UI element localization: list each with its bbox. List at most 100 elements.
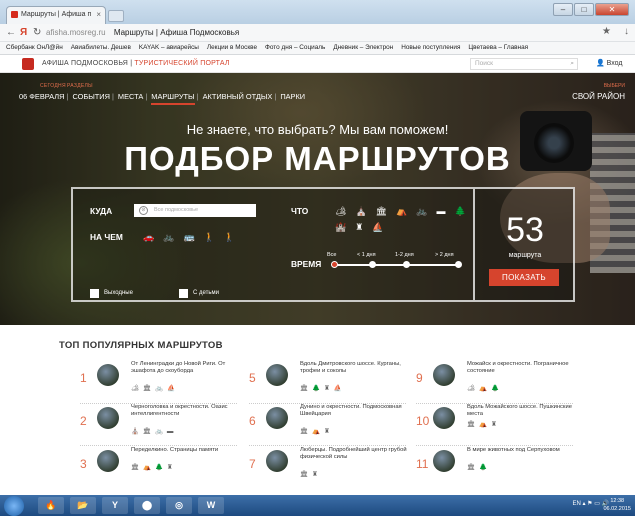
close-window-icon[interactable]: ✕ — [595, 3, 629, 16]
route-card[interactable]: 7 Люберцы. Подробнейший центр грубой физи… — [249, 445, 419, 489]
browser-tab[interactable]: Маршруты | Афиша п × — [6, 6, 106, 24]
weekends-checkbox[interactable] — [90, 289, 99, 298]
activity-type-icon[interactable]: 🌲 — [455, 206, 466, 216]
taskbar-app-icon[interactable]: 📂 — [70, 497, 96, 514]
route-thumbnail[interactable] — [97, 364, 119, 386]
route-title[interactable]: От Ленинградки до Новой Риги. От эшафота… — [131, 361, 249, 375]
bookmark-link[interactable]: Цветаева – Главная — [468, 42, 528, 54]
route-card[interactable]: 3 Переделкино. Страницы памяти 🏛 ⛺ 🌲 ♜ — [80, 445, 250, 489]
time-option-gt2[interactable]: > 2 дня — [435, 252, 454, 258]
what-icons-row-2: 🏰 ♜ ⛵ — [335, 222, 384, 232]
route-thumbnail[interactable] — [97, 407, 119, 429]
route-thumbnail[interactable] — [433, 364, 455, 386]
taskbar-app-icon[interactable]: ◎ — [166, 497, 192, 514]
url-field[interactable]: afisha.mosreg.ru Маршруты | Афиша Подмос… — [46, 26, 616, 40]
show-routes-button[interactable]: ПОКАЗАТЬ — [489, 269, 559, 286]
yandex-logo-icon[interactable]: Я — [20, 26, 27, 40]
bookmark-link[interactable]: KAYAK – авиарейсы — [139, 42, 199, 54]
login-label: Вход — [606, 60, 623, 67]
route-title[interactable]: Можайск и окрестности. Пограничное состо… — [467, 361, 585, 375]
activity-type-icon[interactable]: 🏛 — [376, 206, 387, 216]
route-card[interactable]: 6 Дунино и окрестности. Подмосковная Швей… — [249, 402, 419, 446]
route-rank: 7 — [249, 457, 256, 471]
time-option-all[interactable]: Все — [327, 252, 336, 258]
time-slider-stop-1-2[interactable] — [403, 261, 410, 268]
route-thumbnail[interactable] — [97, 450, 119, 472]
route-card[interactable]: 5 Вдоль Дмитровского шоссе. Курганы, троф… — [249, 359, 419, 403]
route-title[interactable]: Люберцы. Подробнейший центр грубой физич… — [300, 447, 418, 461]
clock[interactable]: 12:38 06.02.2015 — [603, 497, 631, 513]
activity-type-icon[interactable]: ⛪ — [355, 206, 366, 216]
time-option-1-2[interactable]: 1-2 дня — [395, 252, 414, 258]
nav-parks[interactable]: ПАРКИ — [280, 92, 305, 101]
bookmark-link[interactable]: Лекции в Москве — [207, 42, 257, 54]
route-card[interactable]: 2 Черноголовка и окрестности. Оазис интел… — [80, 402, 250, 446]
route-card[interactable]: 9 Можайск и окрестности. Пограничное сост… — [416, 359, 586, 403]
bookmark-link[interactable]: Фото дня – Социаль — [265, 42, 325, 54]
bookmark-link[interactable]: Новые поступления — [401, 42, 460, 54]
transport-type-icon[interactable]: 🚲 — [163, 232, 174, 242]
download-arrow-icon[interactable]: ↓ — [624, 26, 629, 37]
activity-type-icon[interactable]: ⛺ — [396, 206, 407, 216]
login-link[interactable]: 👤 Вход — [596, 59, 623, 67]
route-card[interactable]: 11 В мире животных под Серпуховом 🏛 🌲 — [416, 445, 586, 489]
taskbar-app-icon[interactable]: ⬤ — [134, 497, 160, 514]
route-thumbnail[interactable] — [266, 364, 288, 386]
route-title[interactable]: Переделкино. Страницы памяти — [131, 447, 249, 454]
nav-active-rest[interactable]: АКТИВНЫЙ ОТДЫХ — [203, 92, 273, 101]
route-title[interactable]: Черноголовка и окрестности. Оазис интелл… — [131, 404, 249, 418]
activity-type-icon[interactable]: ▬ — [437, 206, 446, 216]
time-slider-knob-start[interactable] — [331, 261, 338, 268]
coat-of-arms-logo-icon[interactable] — [22, 58, 34, 70]
route-card[interactable]: 1 От Ленинградки до Новой Риги. От эшафот… — [80, 359, 250, 403]
activity-type-icon[interactable]: 🏕 — [335, 206, 346, 216]
transport-type-icon[interactable]: 🚌 — [183, 232, 194, 242]
bookmark-link[interactable]: Сбербанк ОнЛ@йн — [6, 42, 63, 54]
site-name[interactable]: АФИША ПОДМОСКОВЬЯ | ТУРИСТИЧЕСКИЙ ПОРТАЛ — [42, 60, 230, 67]
activity-type-icon[interactable]: 🏰 — [335, 222, 346, 232]
minimize-icon[interactable]: – — [553, 3, 573, 16]
where-input[interactable]: ⊘ Все подмосковье — [134, 204, 256, 217]
site-search-input[interactable]: Поиск ⌕ — [470, 58, 578, 70]
transport-type-icon[interactable]: 🚶 — [204, 232, 215, 242]
back-arrow-icon[interactable]: ← — [6, 26, 16, 40]
activity-type-icon[interactable]: 🚲 — [416, 206, 427, 216]
language-indicator[interactable]: EN — [572, 501, 580, 507]
route-thumbnail[interactable] — [433, 407, 455, 429]
bookmark-star-icon[interactable]: ★ — [602, 26, 611, 37]
time-option-lt1[interactable]: < 1 дня — [357, 252, 376, 258]
route-card[interactable]: 10 Вдоль Можайского шоссе. Пушкинские мес… — [416, 402, 586, 446]
time-slider-stop-lt1[interactable] — [369, 261, 376, 268]
taskbar-app-icon[interactable]: Y — [102, 497, 128, 514]
nav-routes[interactable]: МАРШРУТЫ — [151, 92, 195, 105]
activity-type-icon[interactable]: ♜ — [355, 222, 363, 232]
tour-portal-link[interactable]: ТУРИСТИЧЕСКИЙ ПОРТАЛ — [134, 60, 229, 67]
route-title[interactable]: Вдоль Можайского шоссе. Пушкинские места — [467, 404, 585, 418]
maximize-icon[interactable]: □ — [574, 3, 594, 16]
bookmark-link[interactable]: Авиабилеты. Дешев — [71, 42, 131, 54]
new-tab-button[interactable] — [108, 10, 124, 22]
tab-close-icon[interactable]: × — [96, 7, 101, 23]
nav-places[interactable]: МЕСТА — [118, 92, 143, 101]
region-selector[interactable]: СВОЙ РАЙОН — [572, 92, 625, 101]
kids-checkbox[interactable] — [179, 289, 188, 298]
route-title[interactable]: Дунино и окрестности. Подмосковная Швейц… — [300, 404, 418, 418]
nav-events[interactable]: СОБЫТИЯ — [72, 92, 109, 101]
transport-type-icon[interactable]: 🚶 — [224, 232, 235, 242]
time-slider-track[interactable] — [335, 264, 459, 266]
start-button[interactable] — [4, 496, 24, 516]
taskbar-app-icon[interactable]: W — [198, 497, 224, 514]
route-thumbnail[interactable] — [266, 450, 288, 472]
bookmark-link[interactable]: Дневник – Электрон — [333, 42, 393, 54]
route-title[interactable]: Вдоль Дмитровского шоссе. Курганы, трофе… — [300, 361, 418, 375]
route-thumbnail[interactable] — [433, 450, 455, 472]
reload-icon[interactable]: ↻ — [33, 26, 41, 40]
route-thumbnail[interactable] — [266, 407, 288, 429]
time-slider-knob-end[interactable] — [455, 261, 462, 268]
taskbar-app-icon[interactable]: 🔥 — [38, 497, 64, 514]
route-title[interactable]: В мире животных под Серпуховом — [467, 447, 585, 454]
activity-type-icon[interactable]: ⛵ — [372, 222, 383, 232]
transport-type-icon[interactable]: 🚗 — [143, 232, 154, 242]
search-icon[interactable]: ⌕ — [570, 59, 574, 69]
site-header: АФИША ПОДМОСКОВЬЯ | ТУРИСТИЧЕСКИЙ ПОРТАЛ… — [0, 55, 635, 73]
